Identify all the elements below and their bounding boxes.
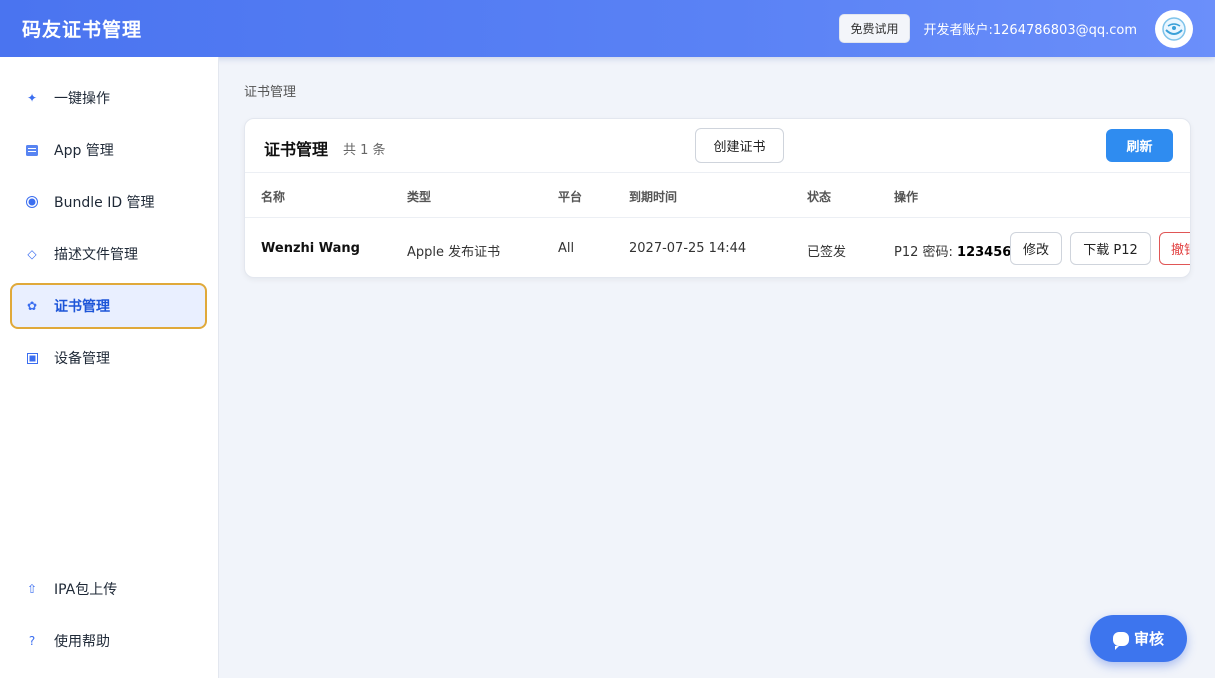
free-trial-button[interactable]: 免费试用 xyxy=(839,14,910,43)
table-header: 名称 类型 平台 到期时间 状态 操作 xyxy=(245,174,1190,218)
sidebar-item-certificates[interactable]: ✿ 证书管理 xyxy=(10,283,207,329)
edit-button[interactable]: 修改 xyxy=(1010,232,1062,265)
refresh-button[interactable]: 刷新 xyxy=(1106,129,1173,162)
p12-password-label: P12 密码: xyxy=(894,245,953,260)
column-header-expires: 到期时间 xyxy=(629,190,678,204)
create-certificate-button[interactable]: 创建证书 xyxy=(695,128,784,163)
column-header-actions: 操作 xyxy=(894,190,919,204)
revoke-button[interactable]: 撤销 xyxy=(1159,232,1190,265)
sidebar-item-bundle-id[interactable]: Bundle ID 管理 xyxy=(10,179,207,225)
app-list-icon xyxy=(24,144,40,156)
target-icon xyxy=(24,196,40,208)
cert-platform: All xyxy=(558,241,575,256)
sidebar-item-label: 一键操作 xyxy=(54,91,110,107)
sidebar-item-ipa-upload[interactable]: ⇧ IPA包上传 xyxy=(10,566,207,612)
sidebar-item-app-management[interactable]: App 管理 xyxy=(10,127,207,173)
top-header: 码友证书管理 免费试用 开发者账户:1264786803@qq.com xyxy=(0,0,1215,57)
upload-arrow-icon: ⇧ xyxy=(26,582,38,596)
column-header-type: 类型 xyxy=(407,190,432,204)
card-title: 证书管理 xyxy=(264,140,329,159)
cert-status: 已签发 xyxy=(807,245,847,260)
column-header-platform: 平台 xyxy=(558,190,583,204)
review-chat-button[interactable]: 审核 xyxy=(1090,615,1187,662)
sidebar-item-label: 设备管理 xyxy=(54,351,110,367)
logo-icon xyxy=(1162,16,1186,41)
review-chat-label: 审核 xyxy=(1133,630,1164,648)
record-count: 共 1 条 xyxy=(343,143,386,158)
cert-name: Wenzhi Wang xyxy=(261,241,360,256)
sparkle-icon: ✦ xyxy=(26,91,38,105)
sidebar-item-label: Bundle ID 管理 xyxy=(54,195,155,211)
help-icon: ? xyxy=(28,634,36,648)
sidebar-item-quick-actions[interactable]: ✦ 一键操作 xyxy=(10,75,207,121)
diamond-icon: ◇ xyxy=(27,247,37,261)
sidebar-item-label: 使用帮助 xyxy=(54,634,110,650)
breadcrumb: 证书管理 xyxy=(244,85,297,100)
app-title: 码友证书管理 xyxy=(22,19,143,41)
sidebar-item-profiles[interactable]: ◇ 描述文件管理 xyxy=(10,231,207,277)
sidebar-item-label: App 管理 xyxy=(54,143,114,159)
device-icon xyxy=(24,352,40,364)
download-p12-button[interactable]: 下载 P12 xyxy=(1070,232,1151,265)
sidebar-item-label: IPA包上传 xyxy=(54,582,118,598)
header-right: 免费试用 开发者账户:1264786803@qq.com xyxy=(839,9,1193,48)
sidebar-item-label: 证书管理 xyxy=(54,299,110,315)
p12-password-value: 123456 xyxy=(957,245,1012,260)
sidebar-item-help[interactable]: ? 使用帮助 xyxy=(10,618,207,664)
developer-account-label: 开发者账户:1264786803@qq.com xyxy=(923,23,1138,38)
p12-password: P12 密码: 123456 xyxy=(894,241,1011,260)
avatar[interactable] xyxy=(1155,9,1193,48)
cert-expires: 2027-07-25 14:44 xyxy=(629,241,747,256)
column-header-status: 状态 xyxy=(807,190,832,204)
chat-bubble-icon xyxy=(1112,631,1129,650)
cert-type: Apple 发布证书 xyxy=(407,245,501,260)
card-header: 证书管理 共 1 条 创建证书 刷新 xyxy=(245,119,1190,173)
flower-icon: ✿ xyxy=(26,299,38,313)
column-header-name: 名称 xyxy=(261,190,286,204)
main-content: 证书管理 证书管理 共 1 条 创建证书 刷新 名称 类型 平台 到期时间 状态… xyxy=(219,57,1215,678)
sidebar-item-label: 描述文件管理 xyxy=(54,247,138,263)
sidebar: ✦ 一键操作 App 管理 Bundle ID 管理 ◇ 描述文件管理 ✿ 证书… xyxy=(0,57,219,678)
sidebar-item-devices[interactable]: 设备管理 xyxy=(10,335,207,381)
certificates-card: 证书管理 共 1 条 创建证书 刷新 名称 类型 平台 到期时间 状态 操作 W… xyxy=(244,118,1191,278)
